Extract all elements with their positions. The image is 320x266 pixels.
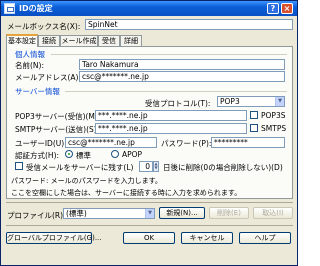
keep-days-suffix: 日後に削除(0の場合削除しない)(D) xyxy=(163,163,283,172)
user-id-label: ユーザーID(U): xyxy=(15,139,67,148)
smtps-label: SMTPS xyxy=(261,124,287,133)
new-profile-button[interactable]: 新規(N)... xyxy=(159,207,205,219)
divider xyxy=(65,91,287,92)
mailbox-name-input[interactable]: SpinNet xyxy=(85,19,293,30)
separator xyxy=(6,202,293,203)
cancel-button[interactable]: キャンセル xyxy=(181,232,233,244)
protocol-label: 受信プロトコル(T): xyxy=(145,99,211,108)
help-text-line1: パスワード: メールのパスワードを入力します。 xyxy=(11,177,162,185)
name-label: 名前(N): xyxy=(15,61,44,70)
tab-compose[interactable]: メール作成 xyxy=(60,35,98,46)
import-profile-button: 取込(I) xyxy=(253,207,293,219)
auth-standard-radio[interactable] xyxy=(65,150,73,158)
tab-connection[interactable]: 接続 xyxy=(38,35,60,46)
tab-receive[interactable]: 受信 xyxy=(98,35,120,46)
password-label: パスワード(P): xyxy=(161,139,212,148)
smtp-server-input[interactable]: ***.****.ne.jp xyxy=(95,123,247,134)
chevron-down-icon: ▼ xyxy=(275,97,284,106)
profile-label: プロファイル(R): xyxy=(7,211,66,220)
ok-button[interactable]: OK xyxy=(123,232,175,244)
mail-icon xyxy=(4,3,15,14)
settings-dialog: IDの設定 ? × メールボックス名(X): SpinNet 基本設定 接続 メ… xyxy=(0,0,298,266)
keep-days-input[interactable]: 0 xyxy=(139,161,153,172)
help-icon[interactable]: ? xyxy=(267,3,279,14)
close-icon[interactable]: × xyxy=(281,3,293,14)
window-title: IDの設定 xyxy=(19,4,53,13)
auth-apop-radio[interactable] xyxy=(111,150,119,158)
profile-select[interactable]: (標準) ▼ xyxy=(63,208,155,219)
chevron-down-icon: ▼ xyxy=(145,209,154,218)
server-info-heading: サーバー情報 xyxy=(15,87,60,96)
tab-details[interactable]: 詳細 xyxy=(120,35,142,46)
password-input[interactable]: ********* xyxy=(211,137,285,148)
name-input[interactable]: Taro Nakamura xyxy=(79,59,285,70)
smtp-server-label: SMTPサーバー(送信)(S): xyxy=(15,125,100,134)
keep-on-server-checkbox[interactable] xyxy=(15,162,23,170)
tab-basic[interactable]: 基本設定 xyxy=(6,34,38,47)
title-bar[interactable]: IDの設定 ? × xyxy=(1,1,297,16)
mailbox-name-label: メールボックス名(X): xyxy=(7,22,81,31)
protocol-select[interactable]: POP3 ▼ xyxy=(217,96,285,107)
help-button[interactable]: ヘルプ xyxy=(239,232,291,244)
tab-panel: 個人情報 名前(N): Taro Nakamura メールアドレス(A): cs… xyxy=(6,46,293,199)
pop3-server-input[interactable]: ***.****.ne.jp xyxy=(95,110,247,121)
pop3-server-label: POP3サーバー(受信)(M): xyxy=(15,112,101,121)
email-input[interactable]: csc@*******.ne.jp xyxy=(79,71,285,82)
auth-apop-label: APOP xyxy=(122,150,143,159)
separator xyxy=(6,225,293,226)
global-profile-button[interactable]: グローバルプロファイル(G)... xyxy=(6,232,102,244)
keep-days-stepper[interactable]: ▲ ▼ xyxy=(153,161,159,172)
profile-value: (標準) xyxy=(66,209,87,218)
divider xyxy=(51,54,287,55)
auth-method-label: 認証方式(H): xyxy=(15,151,60,160)
pop3s-checkbox[interactable] xyxy=(250,111,258,119)
smtps-checkbox[interactable] xyxy=(250,124,258,132)
keep-on-server-label: 受信メールをサーバーに残す(L) xyxy=(26,163,134,172)
email-label: メールアドレス(A): xyxy=(15,73,82,82)
personal-info-heading: 個人情報 xyxy=(15,50,45,59)
delete-profile-button: 削除(E) xyxy=(209,207,249,219)
user-id-input[interactable]: csc@*******.ne.jp xyxy=(65,137,157,148)
auth-standard-label: 標準 xyxy=(76,151,91,160)
pop3s-label: POP3S xyxy=(261,111,286,120)
protocol-value: POP3 xyxy=(220,97,240,106)
help-text-line2: ここを空欄にした場合は、サーバーに接続する時に入力を求められます。 xyxy=(11,189,242,197)
